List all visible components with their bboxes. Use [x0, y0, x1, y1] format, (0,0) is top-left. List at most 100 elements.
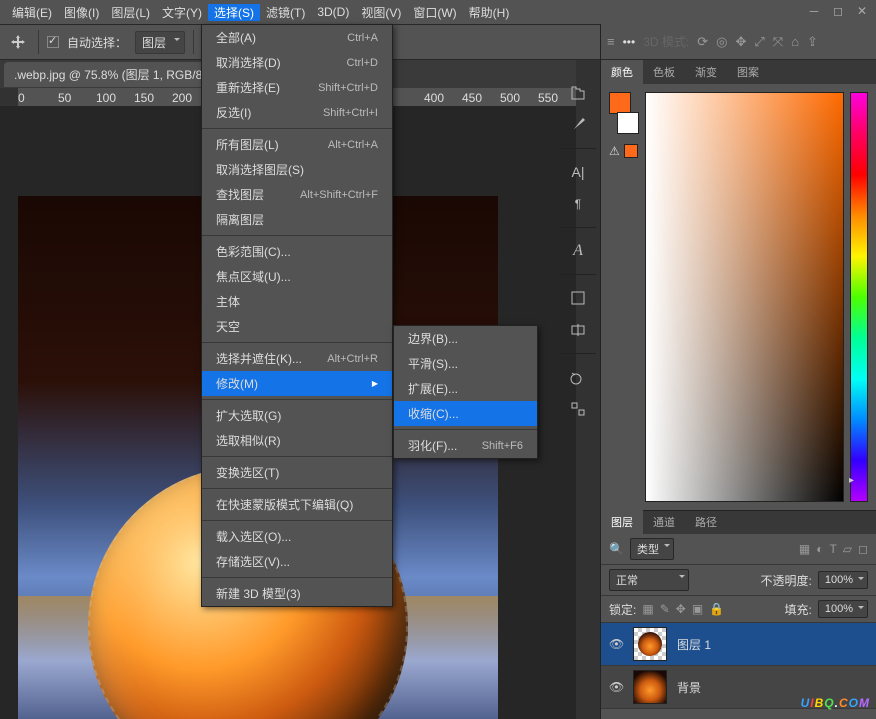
lock-artboard-icon[interactable]: ▣: [692, 602, 703, 616]
tab-layers[interactable]: 图层: [601, 510, 643, 534]
menu-layer[interactable]: 图层(L): [105, 4, 156, 21]
layer-name[interactable]: 背景: [677, 679, 701, 696]
brush-settings-icon[interactable]: [560, 78, 596, 108]
adjustments-icon[interactable]: [560, 315, 596, 345]
character-icon[interactable]: A|: [560, 157, 596, 187]
foreground-swatch[interactable]: [609, 92, 631, 114]
menu-isolate-layers[interactable]: 隔离图层: [202, 207, 392, 232]
align-left-icon[interactable]: ≡: [607, 34, 615, 49]
menu-similar[interactable]: 选取相似(R): [202, 428, 392, 453]
visibility-icon[interactable]: 👁: [609, 637, 623, 651]
menu-filter[interactable]: 滤镜(T): [260, 4, 311, 21]
tab-patterns[interactable]: 图案: [727, 60, 769, 84]
menu-quick-mask[interactable]: 在快速蒙版模式下编辑(Q): [202, 492, 392, 517]
layers-panel-tabs: 图层 通道 路径: [601, 510, 876, 534]
menu-color-range[interactable]: 色彩范围(C)...: [202, 239, 392, 264]
actions-icon[interactable]: [560, 394, 596, 424]
submenu-expand[interactable]: 扩展(E)...: [394, 376, 537, 401]
share-icon[interactable]: ⇪: [807, 34, 818, 50]
tab-paths[interactable]: 路径: [685, 510, 727, 534]
pan-3d-icon[interactable]: ✥: [735, 34, 746, 50]
menu-subject[interactable]: 主体: [202, 289, 392, 314]
menu-deselect[interactable]: 取消选择(D)Ctrl+D: [202, 50, 392, 75]
background-swatch[interactable]: [617, 112, 639, 134]
menu-select-and-mask[interactable]: 选择并遮住(K)...Alt+Ctrl+R: [202, 346, 392, 371]
filter-type-dropdown[interactable]: 类型: [630, 538, 674, 560]
orbit-3d-icon[interactable]: ⟳: [697, 34, 708, 50]
lock-pixels-icon[interactable]: ✎: [660, 602, 670, 616]
menu-deselect-layers[interactable]: 取消选择图层(S): [202, 157, 392, 182]
menu-help[interactable]: 帮助(H): [463, 4, 516, 21]
opacity-dropdown[interactable]: 100%: [818, 571, 868, 589]
fill-dropdown[interactable]: 100%: [818, 600, 868, 618]
color-picker-field[interactable]: [645, 92, 844, 502]
menu-save-selection[interactable]: 存储选区(V)...: [202, 549, 392, 574]
history-icon[interactable]: [560, 362, 596, 392]
move-tool-icon[interactable]: [6, 30, 30, 54]
filter-adjust-icon[interactable]: ◐: [816, 542, 823, 556]
submenu-border[interactable]: 边界(B)...: [394, 326, 537, 351]
slide-3d-icon[interactable]: ⤢: [754, 34, 764, 50]
close-icon[interactable]: ✕: [854, 3, 870, 19]
menu-3d[interactable]: 3D(D): [311, 5, 355, 19]
right-panels: ≡ ••• 3D 模式: ⟳ ◎ ✥ ⤢ ⤧ ⌂ ⇪ 颜色 色板 渐变 图案 ⚠…: [600, 24, 876, 719]
menu-type[interactable]: 文字(Y): [156, 4, 208, 21]
lock-transparency-icon[interactable]: ▦: [642, 602, 653, 616]
menu-select[interactable]: 选择(S): [208, 4, 260, 21]
color-panel-tabs: 颜色 色板 渐变 图案: [601, 60, 876, 84]
gamut-warning: ⚠: [609, 144, 639, 158]
tab-swatches[interactable]: 色板: [643, 60, 685, 84]
layer-name[interactable]: 图层 1: [677, 636, 711, 653]
submenu-smooth[interactable]: 平滑(S)...: [394, 351, 537, 376]
lock-row: 锁定: ▦ ✎ ✥ ▣ 🔒 填充: 100%: [601, 596, 876, 623]
auto-select-dropdown[interactable]: 图层: [135, 31, 185, 54]
menu-image[interactable]: 图像(I): [58, 4, 105, 21]
hue-slider[interactable]: [850, 92, 868, 502]
lock-all-icon[interactable]: 🔒: [709, 602, 724, 616]
restore-icon[interactable]: ◻: [830, 3, 846, 19]
menu-transform-selection[interactable]: 变换选区(T): [202, 460, 392, 485]
menu-focus-area[interactable]: 焦点区域(U)...: [202, 264, 392, 289]
scale-3d-icon[interactable]: ⤧: [773, 34, 783, 50]
styles-icon[interactable]: [560, 283, 596, 313]
menu-find-layers[interactable]: 查找图层Alt+Shift+Ctrl+F: [202, 182, 392, 207]
home-icon[interactable]: ⌂: [791, 34, 799, 49]
layer-thumb[interactable]: [633, 627, 667, 661]
menu-reselect[interactable]: 重新选择(E)Shift+Ctrl+D: [202, 75, 392, 100]
fill-label: 填充:: [785, 601, 812, 618]
tab-color[interactable]: 颜色: [601, 60, 643, 84]
filter-pixel-icon[interactable]: ▦: [799, 542, 810, 556]
warning-icon: ⚠: [609, 144, 620, 158]
submenu-feather[interactable]: 羽化(F)...Shift+F6: [394, 433, 537, 458]
layer-thumb[interactable]: [633, 670, 667, 704]
menu-sky[interactable]: 天空: [202, 314, 392, 339]
menu-inverse[interactable]: 反选(I)Shift+Ctrl+I: [202, 100, 392, 125]
filter-type-icon[interactable]: T: [829, 542, 836, 556]
menu-edit[interactable]: 编辑(E): [6, 4, 58, 21]
submenu-contract[interactable]: 收缩(C)...: [394, 401, 537, 426]
visibility-icon[interactable]: 👁: [609, 680, 623, 694]
auto-select-checkbox[interactable]: [47, 36, 59, 48]
menu-modify[interactable]: 修改(M): [202, 371, 392, 396]
menu-window[interactable]: 窗口(W): [407, 4, 462, 21]
layer-row[interactable]: 👁 图层 1: [601, 623, 876, 666]
tab-gradients[interactable]: 渐变: [685, 60, 727, 84]
blend-mode-dropdown[interactable]: 正常: [609, 569, 689, 591]
menu-all-layers[interactable]: 所有图层(L)Alt+Ctrl+A: [202, 132, 392, 157]
minimize-icon[interactable]: ─: [806, 3, 822, 19]
filter-shape-icon[interactable]: ▱: [843, 542, 852, 556]
filter-smart-icon[interactable]: ◻: [858, 542, 868, 556]
brushes-icon[interactable]: [560, 110, 596, 140]
lock-position-icon[interactable]: ✥: [676, 602, 686, 616]
menu-select-all[interactable]: 全部(A)Ctrl+A: [202, 25, 392, 50]
filter-search-icon[interactable]: 🔍: [609, 542, 624, 556]
menu-grow[interactable]: 扩大选取(G): [202, 403, 392, 428]
menu-view[interactable]: 视图(V): [355, 4, 407, 21]
paragraph-icon[interactable]: ¶: [560, 189, 596, 219]
menu-new-3d[interactable]: 新建 3D 模型(3): [202, 581, 392, 606]
tab-channels[interactable]: 通道: [643, 510, 685, 534]
document-tab-active[interactable]: .webp.jpg @ 75.8% (图层 1, RGB/8#): [4, 62, 223, 87]
glyphs-icon[interactable]: A: [560, 236, 596, 266]
roll-3d-icon[interactable]: ◎: [716, 34, 727, 50]
menu-load-selection[interactable]: 载入选区(O)...: [202, 524, 392, 549]
